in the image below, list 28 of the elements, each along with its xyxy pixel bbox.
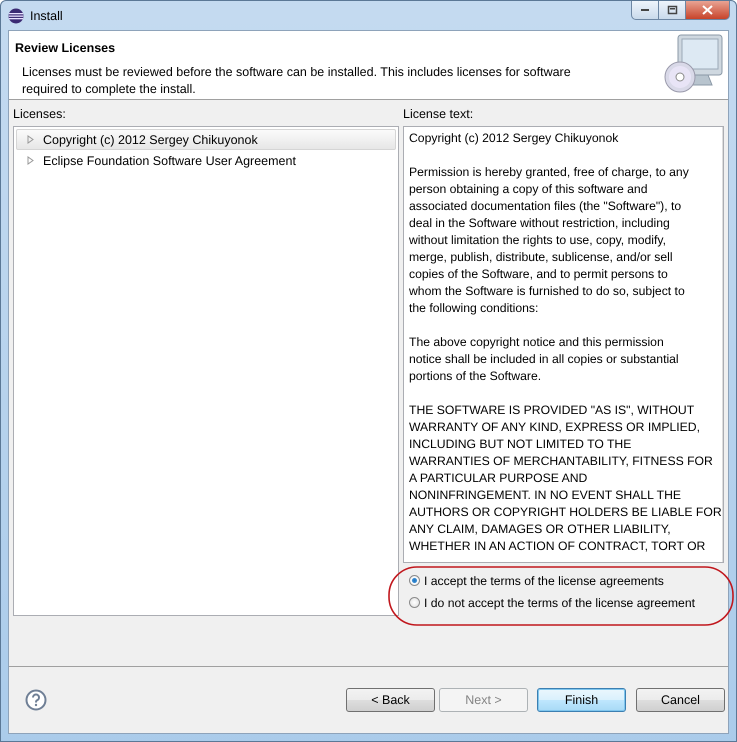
minimize-icon xyxy=(640,8,650,12)
dialog-button[interactable]: Cancel xyxy=(636,688,725,712)
license-item[interactable]: Eclipse Foundation Software User Agreement xyxy=(16,150,396,171)
radio-label[interactable]: I do not accept the terms of the license agreement xyxy=(424,596,695,610)
maximize-button[interactable] xyxy=(659,1,686,20)
minimize-button[interactable] xyxy=(631,1,659,20)
radio-button[interactable] xyxy=(409,575,420,586)
page-title: Review Licenses xyxy=(15,41,116,55)
license-item[interactable]: Copyright (c) 2012 Sergey Chikuyonok xyxy=(16,129,396,150)
maximize-icon xyxy=(666,5,678,15)
license-paragraph: Copyright (c) 2012 Sergey Chikuyonok xyxy=(409,130,620,147)
license-paragraph: Permission is hereby granted, free of charge, to any person obtaining a copy of this software and associated documentation files (the "Software"), to deal in the Software without restriction, including without limitation the rights to use, copy, modify, merge, publish, distribute, sublicense, and/or sell copies of the Software, and to permit persons to whom the Software is furnished to do so, subject to the following conditions: xyxy=(409,164,690,317)
help-icon[interactable] xyxy=(25,689,47,711)
window-title: Install xyxy=(30,8,63,22)
expand-arrow-icon[interactable] xyxy=(26,135,35,144)
close-icon xyxy=(702,5,713,15)
expand-arrow-icon[interactable] xyxy=(26,156,35,165)
license-paragraph: THE SOFTWARE IS PROVIDED "AS IS", WITHOUT WARRANTY OF ANY KIND, EXPRESS OR IMPLIED, INCLUDING BUT NOT LIMITED TO THE WARRANTIES OF MERCHANTABILITY, FITNESS FOR A PARTICULAR PURPOSE AND NONINFRINGEMENT. IN NO EVENT SHALL THE AUTHORS OR COPYRIGHT HOLDERS BE LIABLE FOR ANY CLAIM, DAMAGES OR OTHER LIABILITY, WHETHER IN AN ACTION OF CONTRACT, TORT OR xyxy=(409,402,722,555)
radio-button[interactable] xyxy=(409,597,420,608)
license-paragraph: The above copyright notice and this permission notice shall be included in all copies or substantial portions of the Software. xyxy=(409,334,680,385)
page-description: Licenses must be reviewed before the software can be installed. This includes licenses for software required to complete the install. xyxy=(22,64,572,98)
radio-label[interactable]: I accept the terms of the license agreements xyxy=(424,574,664,588)
license-text-label: License text: xyxy=(403,106,474,123)
dialog-button[interactable]: Finish xyxy=(537,688,626,712)
licenses-label: Licenses: xyxy=(13,106,67,123)
dialog-button[interactable]: < Back xyxy=(346,688,435,712)
close-button[interactable] xyxy=(686,1,730,20)
app-icon xyxy=(8,8,24,24)
